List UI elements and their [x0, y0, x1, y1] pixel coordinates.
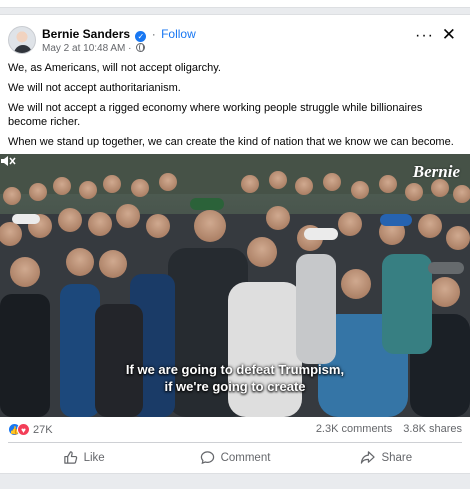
video-caption: If we are going to defeat Trumpism, if w…: [0, 361, 470, 395]
comment-share-counts: 2.3K comments 3.8K shares: [316, 423, 462, 435]
post-meta: May 2 at 10:48 AM ·: [42, 43, 146, 54]
post-paragraph: We will not accept a rigged economy wher…: [8, 102, 423, 128]
close-icon[interactable]: ✕: [442, 25, 456, 45]
comments-count[interactable]: 2.3K comments: [316, 423, 392, 435]
follow-button[interactable]: Follow: [161, 27, 196, 41]
separator-dot: ·: [151, 27, 156, 41]
more-options-icon[interactable]: ···: [415, 27, 434, 45]
verified-badge-icon: ✓: [135, 31, 147, 42]
author-name[interactable]: Bernie Sanders: [42, 27, 130, 41]
caption-line-1: If we are going to defeat Trumpism,: [125, 362, 345, 377]
globe-icon: [136, 43, 146, 52]
avatar[interactable]: [8, 26, 36, 54]
thumbs-up-icon: [63, 451, 77, 464]
shares-count[interactable]: 3.8K shares: [403, 423, 462, 435]
post-timestamp[interactable]: May 2 at 10:48 AM: [42, 43, 125, 54]
mute-icon[interactable]: [0, 154, 16, 168]
post-actions: Like Comment Share: [8, 442, 462, 472]
author-row: Bernie Sanders ✓ · Follow: [42, 27, 196, 42]
previous-post-edge: [0, 0, 470, 8]
video-watermark: Bernie: [412, 162, 460, 181]
post-paragraph: We, as Americans, will not accept oligar…: [8, 62, 221, 74]
video-player[interactable]: Bernie If we are going to defeat Trumpis…: [0, 154, 470, 417]
post-paragraph: We will not accept authoritarianism.: [8, 82, 181, 94]
post-header: Bernie Sanders ✓ · Follow May 2 at 10:48…: [8, 25, 462, 61]
like-button[interactable]: Like: [8, 443, 159, 472]
reactions-summary[interactable]: 👍 ♥ 27K: [8, 423, 53, 436]
post-text: We, as Americans, will not accept oligar…: [8, 61, 458, 155]
share-button[interactable]: Share: [311, 443, 462, 472]
comment-bubble-icon: [200, 451, 214, 465]
caption-line-2: if we're going to create: [164, 379, 306, 394]
share-arrow-icon: [361, 451, 376, 464]
post-card: Bernie Sanders ✓ · Follow May 2 at 10:48…: [0, 14, 470, 474]
separator-dot: ·: [128, 43, 132, 54]
comment-button[interactable]: Comment: [159, 443, 310, 472]
comment-label: Comment: [220, 451, 271, 464]
post-paragraph: When we stand up together, we can create…: [8, 136, 454, 148]
like-label: Like: [83, 451, 105, 464]
share-label: Share: [381, 451, 413, 464]
engagement-stats: 👍 ♥ 27K 2.3K comments 3.8K shares: [8, 422, 462, 440]
love-reaction-icon: ♥: [17, 423, 30, 436]
reaction-count: 27K: [33, 423, 53, 436]
